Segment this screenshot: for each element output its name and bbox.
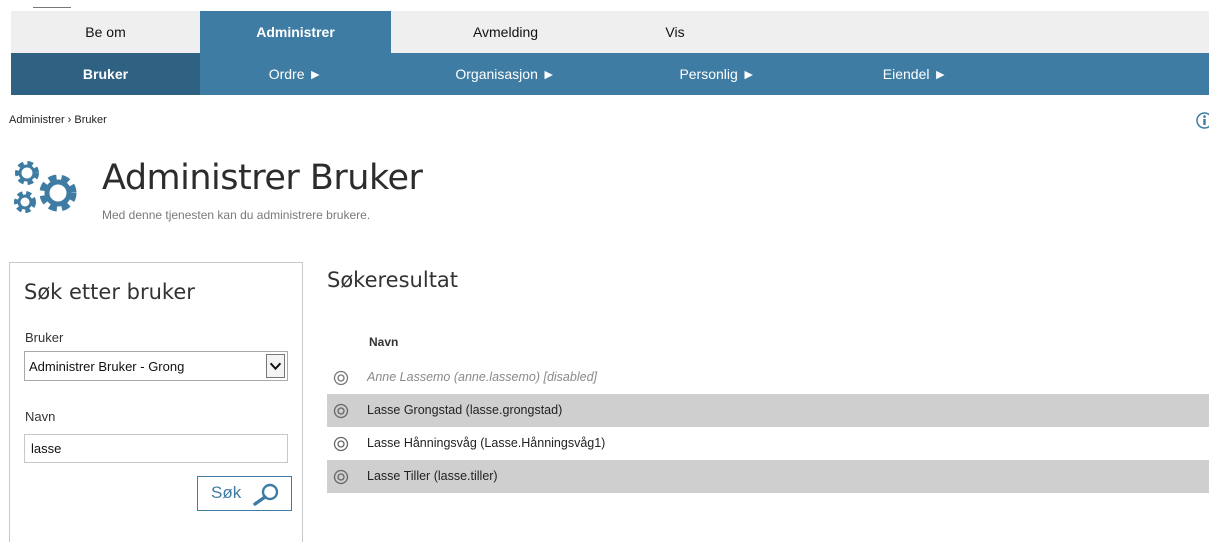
nav-avmelding[interactable]: Avmelding: [391, 11, 620, 53]
search-button[interactable]: Søk: [197, 476, 292, 511]
secondary-nav: Bruker Ordre ► Organisasjon ► Personlig …: [11, 53, 1209, 95]
subnav-bruker[interactable]: Bruker: [11, 53, 200, 95]
bruker-label: Bruker: [25, 330, 64, 345]
column-header-navn: Navn: [369, 335, 399, 349]
search-panel: Søk etter bruker Bruker Administrer Bruk…: [9, 262, 303, 542]
result-row-label: Anne Lassemo (anne.lassemo) [disabled]: [367, 370, 597, 384]
gears-icon: [14, 161, 77, 213]
radio-icon[interactable]: [333, 370, 349, 386]
subnav-eiendel[interactable]: Eiendel ►: [815, 53, 1015, 95]
subnav-ordre[interactable]: Ordre ►: [200, 53, 391, 95]
search-panel-title: Søk etter bruker: [24, 280, 195, 304]
result-row[interactable]: Lasse Tiller (lasse.tiller): [327, 460, 1209, 493]
nav-vis[interactable]: Vis: [620, 11, 730, 53]
result-row[interactable]: Lasse Grongstad (lasse.grongstad): [327, 394, 1209, 427]
search-button-label: Søk: [211, 483, 242, 502]
results-list: Anne Lassemo (anne.lassemo) [disabled] L…: [327, 361, 1209, 493]
page-title: Administrer Bruker: [102, 158, 423, 198]
result-row-label: Lasse Tiller (lasse.tiller): [367, 469, 498, 483]
subnav-personlig[interactable]: Personlig ►: [620, 53, 815, 95]
bruker-select-value: Administrer Bruker - Grong: [29, 359, 185, 374]
navn-label: Navn: [25, 409, 56, 424]
breadcrumb: Administrer › Bruker: [9, 114, 107, 126]
nav-administrer[interactable]: Administrer: [200, 11, 391, 53]
nav-be-om[interactable]: Be om: [11, 11, 200, 53]
chevron-down-icon[interactable]: [266, 354, 285, 378]
radio-icon[interactable]: [333, 436, 349, 452]
primary-nav: Be om Administrer Avmelding Vis: [11, 11, 1209, 53]
page-subtitle: Med denne tjenesten kan du administrere …: [102, 208, 371, 222]
result-row[interactable]: Anne Lassemo (anne.lassemo) [disabled]: [327, 361, 1209, 394]
radio-icon[interactable]: [333, 469, 349, 485]
search-magnifier-icon: [253, 483, 279, 506]
radio-icon[interactable]: [333, 403, 349, 419]
navn-input[interactable]: [24, 434, 288, 463]
info-icon[interactable]: [1196, 112, 1209, 129]
top-divider: [33, 7, 71, 8]
subnav-organisasjon[interactable]: Organisasjon ►: [391, 53, 620, 95]
result-row-label: Lasse Grongstad (lasse.grongstad): [367, 403, 563, 417]
result-row-label: Lasse Hånningsvåg (Lasse.Hånningsvåg1): [367, 436, 606, 450]
bruker-select[interactable]: Administrer Bruker - Grong: [24, 351, 288, 381]
result-row[interactable]: Lasse Hånningsvåg (Lasse.Hånningsvåg1): [327, 427, 1209, 460]
results-title: Søkeresultat: [327, 268, 459, 292]
